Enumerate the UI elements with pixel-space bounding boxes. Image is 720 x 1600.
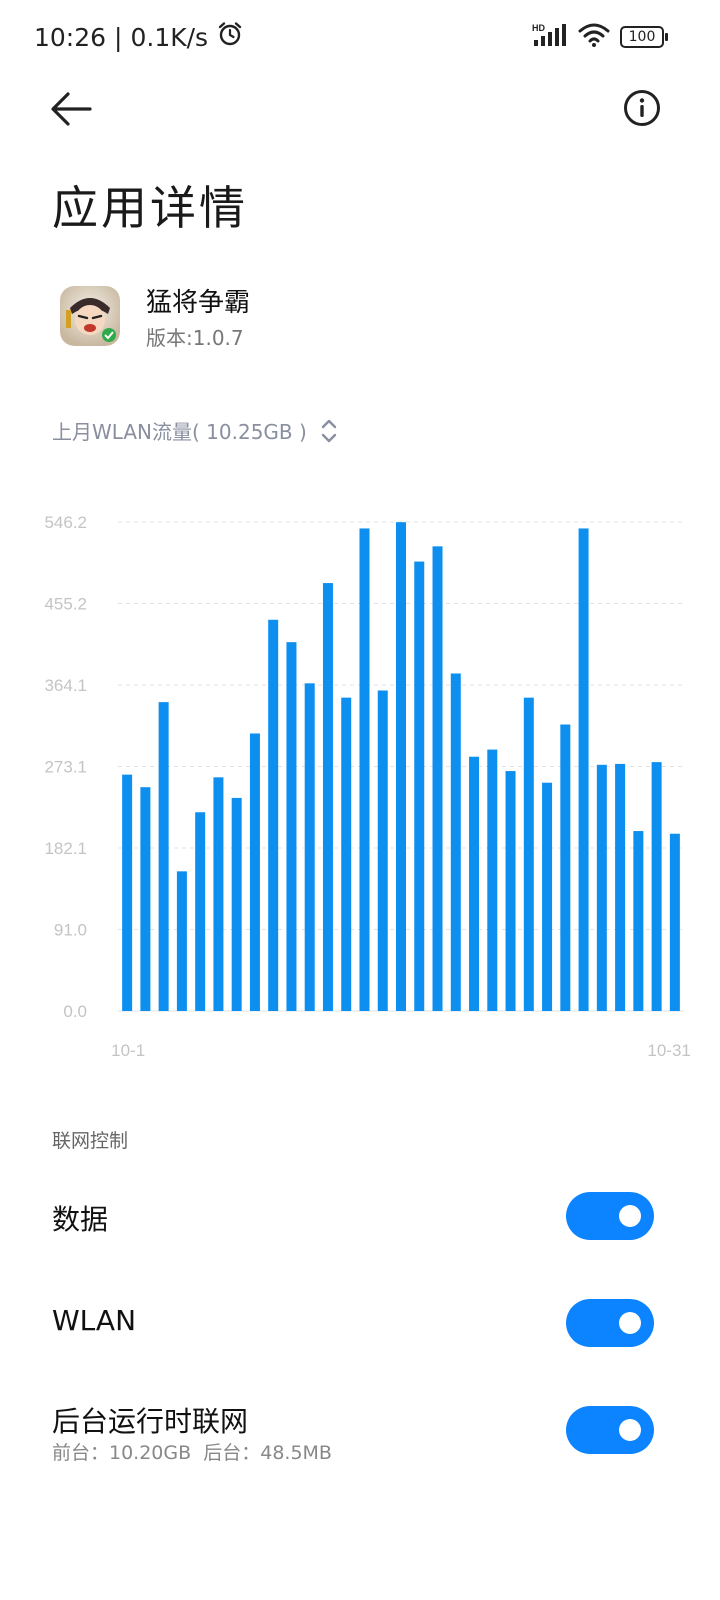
y-tick-label: 455.2 (44, 594, 87, 613)
status-left: 10:26 | 0.1K/s (34, 20, 244, 54)
bar-10-4[interactable] (176, 871, 187, 1011)
mobile-data-toggle[interactable] (566, 1192, 654, 1240)
bar-10-16[interactable] (396, 522, 406, 1011)
bar-10-23[interactable] (523, 697, 534, 1011)
bar-10-22[interactable] (505, 771, 516, 1011)
bar-10-3[interactable] (158, 702, 169, 1011)
y-tick-label: 273.1 (44, 758, 87, 777)
wifi-icon (578, 22, 610, 52)
bar-10-2[interactable] (140, 787, 151, 1011)
bar-10-27[interactable] (596, 764, 607, 1011)
setting-title: 数据 (52, 1203, 109, 1236)
bar-10-5[interactable] (195, 812, 206, 1011)
x-tick-label: 10-1 (111, 1041, 145, 1060)
info-button[interactable] (622, 88, 662, 128)
status-right: HD 100 (532, 22, 668, 52)
cellular-signal-icon: HD (532, 22, 568, 52)
chart-svg: 0.0 91.0 182.1 273.1 364.1 455.2 546.2 10-1 10-3… (44, 513, 690, 1060)
setting-row-wlan[interactable]: WLAN (0, 1286, 720, 1366)
bar-10-19[interactable] (450, 673, 461, 1011)
chevron-up-down-icon (321, 419, 337, 442)
y-tick-label: 91.0 (54, 921, 87, 940)
setting-subtitle: 前台：10.20GB 后台：48.5MB (52, 1442, 332, 1464)
alarm-icon (216, 20, 244, 54)
bar-10-14[interactable] (359, 528, 370, 1011)
toggle-knob (619, 1419, 641, 1441)
usage-period-label: 上月WLAN流量( 10.25GB ) (52, 420, 307, 444)
bar-10-1[interactable] (122, 774, 133, 1011)
bar-10-11[interactable] (304, 683, 315, 1011)
status-separator: | (114, 22, 123, 52)
setting-title: 后台运行时联网 (52, 1405, 249, 1438)
app-name: 猛将争霸 (146, 288, 251, 318)
app-details-screen: 10:26 | 0.1K/s HD 100 应用详情 猛将争霸 版本:1.0.7… (0, 0, 720, 1600)
bar-10-24[interactable] (542, 782, 553, 1011)
wlan-toggle[interactable] (566, 1299, 654, 1347)
toggle-knob (619, 1312, 641, 1334)
bar-10-31[interactable] (669, 833, 680, 1011)
arrow-left-icon (51, 92, 92, 126)
status-time: 10:26 (34, 22, 107, 52)
bar-10-30[interactable] (651, 762, 662, 1011)
bar-10-28[interactable] (615, 763, 626, 1011)
toggle-knob (619, 1205, 641, 1227)
y-tick-label: 0.0 (63, 1002, 87, 1021)
app-icon (60, 286, 120, 346)
bar-10-29[interactable] (633, 831, 644, 1011)
background-network-toggle[interactable] (566, 1406, 654, 1454)
setting-title: WLAN (52, 1304, 137, 1337)
bar-10-26[interactable] (578, 528, 589, 1011)
bar-10-17[interactable] (414, 561, 425, 1011)
bar-10-10[interactable] (286, 642, 297, 1011)
bar-10-12[interactable] (322, 583, 333, 1011)
status-bar: 10:26 | 0.1K/s HD 100 (0, 0, 720, 76)
info-icon (624, 90, 660, 126)
bar-10-20[interactable] (469, 756, 480, 1011)
bar-10-15[interactable] (377, 690, 388, 1011)
bar-10-8[interactable] (249, 733, 260, 1011)
usage-period-selector[interactable]: 上月WLAN流量( 10.25GB ) (52, 416, 337, 445)
bar-10-9[interactable] (268, 619, 279, 1011)
bar-10-6[interactable] (213, 777, 224, 1011)
battery-indicator: 100 (620, 26, 668, 48)
bar-10-25[interactable] (560, 724, 571, 1011)
setting-row-mobile-data[interactable]: 数据 (0, 1180, 720, 1260)
back-button[interactable] (46, 86, 96, 132)
x-tick-label: 10-31 (647, 1041, 690, 1060)
y-tick-label: 364.1 (44, 676, 87, 695)
app-version: 版本:1.0.7 (146, 326, 244, 350)
network-speed: 0.1K/s (130, 22, 209, 52)
page-title: 应用详情 (52, 181, 248, 235)
section-label-network-control: 联网控制 (52, 1130, 129, 1152)
bar-10-21[interactable] (487, 749, 498, 1011)
y-tick-label: 182.1 (44, 839, 87, 858)
bar-10-13[interactable] (341, 697, 352, 1011)
setting-row-background-network[interactable]: 后台运行时联网 前台：10.20GB 后台：48.5MB (0, 1392, 720, 1482)
bar-10-7[interactable] (231, 797, 242, 1011)
bar-10-18[interactable] (432, 546, 443, 1011)
usage-bar-chart: 0.0 91.0 182.1 273.1 364.1 455.2 546.2 10-1 10-3… (0, 500, 720, 1080)
y-tick-label: 546.2 (44, 513, 87, 532)
network-label: HD (532, 23, 545, 33)
